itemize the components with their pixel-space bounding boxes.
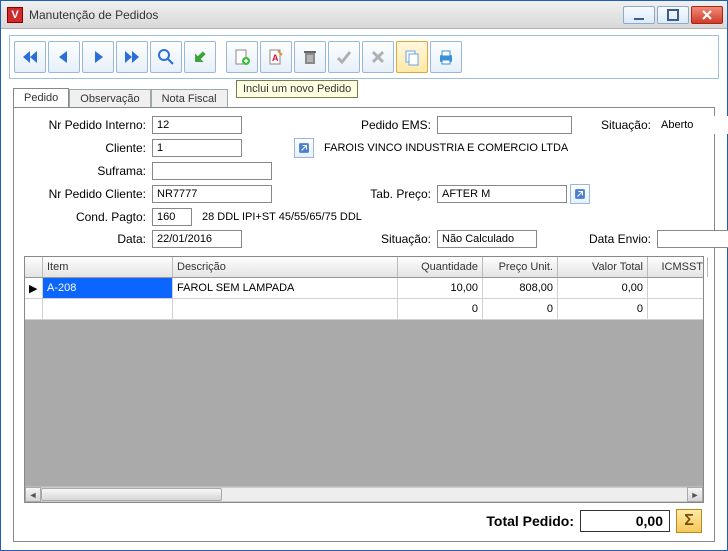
first-record-button[interactable] xyxy=(14,41,46,73)
value-cond-pagto-desc: 28 DDL IPI+ST 45/55/65/75 DDL xyxy=(198,208,366,226)
input-nr-pedido-interno[interactable]: 12 xyxy=(152,116,242,134)
tab-strip: Pedido Observação Nota Fiscal xyxy=(13,85,715,107)
col-valor-total[interactable]: Valor Total xyxy=(558,257,648,277)
grid-header: Item Descrição Quantidade Preço Unit. Va… xyxy=(25,257,703,278)
input-data[interactable]: 22/01/2016 xyxy=(152,230,242,248)
cell-preco-unit[interactable]: 808,00 xyxy=(483,278,558,298)
col-item[interactable]: Item xyxy=(43,257,173,277)
search-button[interactable] xyxy=(150,41,182,73)
label-nr-pedido-interno: Nr Pedido Interno: xyxy=(24,118,152,132)
label-data-envio: Data Envio: xyxy=(572,232,657,246)
edit-record-button[interactable]: A xyxy=(260,41,292,73)
cell-quantidade[interactable]: 10,00 xyxy=(398,278,483,298)
minimize-button[interactable] xyxy=(623,6,655,24)
input-nr-pedido-cliente[interactable]: NR7777 xyxy=(152,185,272,203)
scroll-track[interactable] xyxy=(41,487,687,502)
next-record-button[interactable] xyxy=(82,41,114,73)
tab-pedido[interactable]: Pedido xyxy=(13,88,69,107)
col-selector xyxy=(25,257,43,277)
cancel-button[interactable] xyxy=(362,41,394,73)
last-record-button[interactable] xyxy=(116,41,148,73)
scroll-left-arrow-icon[interactable]: ◄ xyxy=(25,487,41,502)
label-cond-pagto: Cond. Pagto: xyxy=(24,210,152,224)
label-nr-pedido-cliente: Nr Pedido Cliente: xyxy=(24,187,152,201)
cell-item[interactable]: A-208 xyxy=(43,278,173,298)
tab-nota-fiscal[interactable]: Nota Fiscal xyxy=(151,89,228,108)
scroll-thumb[interactable] xyxy=(41,488,222,501)
app-icon: V xyxy=(7,7,23,23)
cell-descricao[interactable] xyxy=(173,299,398,319)
recalculate-button[interactable]: Σ xyxy=(676,509,702,533)
input-suframa[interactable] xyxy=(152,162,272,180)
app-window: V Manutenção de Pedidos xyxy=(0,0,728,551)
cell-valor-total[interactable]: 0 xyxy=(558,299,648,319)
input-cliente-cod[interactable]: 1 xyxy=(152,139,242,157)
cell-valor-total[interactable]: 0,00 xyxy=(558,278,648,298)
label-suframa: Suframa: xyxy=(24,164,152,178)
label-pedido-ems: Pedido EMS: xyxy=(342,118,437,132)
form-area: Nr Pedido Interno: 12 Pedido EMS: Situaç… xyxy=(24,116,704,248)
close-button[interactable] xyxy=(691,6,723,24)
input-cond-pagto-cod[interactable]: 160 xyxy=(152,208,192,226)
titlebar: V Manutenção de Pedidos xyxy=(1,1,727,29)
grid-body: ▶ A-208 FAROL SEM LAMPADA 10,00 808,00 0… xyxy=(25,278,703,486)
label-situacao2: Situação: xyxy=(342,232,437,246)
input-data-envio[interactable] xyxy=(657,230,728,248)
tab-panel-pedido: Nr Pedido Interno: 12 Pedido EMS: Situaç… xyxy=(13,107,715,542)
cell-item[interactable] xyxy=(43,299,173,319)
prev-record-button[interactable] xyxy=(48,41,80,73)
refresh-button[interactable] xyxy=(184,41,216,73)
lookup-tab-preco-button[interactable] xyxy=(570,184,590,204)
cell-icmsst[interactable] xyxy=(648,299,703,319)
new-record-button[interactable] xyxy=(226,41,258,73)
label-situacao: Situação: xyxy=(572,118,657,132)
cell-icmsst[interactable] xyxy=(648,278,703,298)
scroll-right-arrow-icon[interactable]: ► xyxy=(687,487,703,502)
col-icmsst[interactable]: ICMSST xyxy=(648,257,708,277)
label-cliente: Cliente: xyxy=(24,141,152,155)
cell-descricao[interactable]: FAROL SEM LAMPADA xyxy=(173,278,398,298)
cell-preco-unit[interactable]: 0 xyxy=(483,299,558,319)
label-data: Data: xyxy=(24,232,152,246)
maximize-button[interactable] xyxy=(657,6,689,24)
window-controls xyxy=(623,6,723,24)
col-preco-unit[interactable]: Preço Unit. xyxy=(483,257,558,277)
value-total-pedido: 0,00 xyxy=(580,510,670,532)
tab-observacao[interactable]: Observação xyxy=(69,89,150,108)
cell-quantidade[interactable]: 0 xyxy=(398,299,483,319)
label-total-pedido: Total Pedido: xyxy=(486,513,574,529)
col-quantidade[interactable]: Quantidade xyxy=(398,257,483,277)
footer: Total Pedido: 0,00 Σ xyxy=(24,503,704,533)
col-descricao[interactable]: Descrição xyxy=(173,257,398,277)
sigma-icon: Σ xyxy=(684,512,694,530)
input-pedido-ems[interactable] xyxy=(437,116,572,134)
confirm-button[interactable] xyxy=(328,41,360,73)
row-indicator: ▶ xyxy=(25,278,43,298)
lookup-cliente-button[interactable] xyxy=(294,138,314,158)
svg-text:A: A xyxy=(272,53,279,63)
items-grid: Item Descrição Quantidade Preço Unit. Va… xyxy=(24,256,704,503)
row-indicator xyxy=(25,299,43,319)
value-situacao: Aberto xyxy=(657,116,728,134)
grid-row[interactable]: 0 0 0 xyxy=(25,299,703,320)
value-cliente-nome: FAROIS VINCO INDUSTRIA E COMERCIO LTDA xyxy=(320,139,572,157)
tooltip-new-record: Inclui um novo Pedido xyxy=(236,80,358,98)
delete-record-button[interactable] xyxy=(294,41,326,73)
input-situacao2[interactable]: Não Calculado xyxy=(437,230,537,248)
copy-button[interactable] xyxy=(396,41,428,73)
window-title: Manutenção de Pedidos xyxy=(29,8,158,22)
grid-row[interactable]: ▶ A-208 FAROL SEM LAMPADA 10,00 808,00 0… xyxy=(25,278,703,299)
print-button[interactable] xyxy=(430,41,462,73)
toolbar: A xyxy=(9,35,719,79)
label-tab-preco: Tab. Preço: xyxy=(342,187,437,201)
input-tab-preco[interactable]: AFTER M xyxy=(437,185,567,203)
horizontal-scrollbar[interactable]: ◄ ► xyxy=(25,486,703,502)
